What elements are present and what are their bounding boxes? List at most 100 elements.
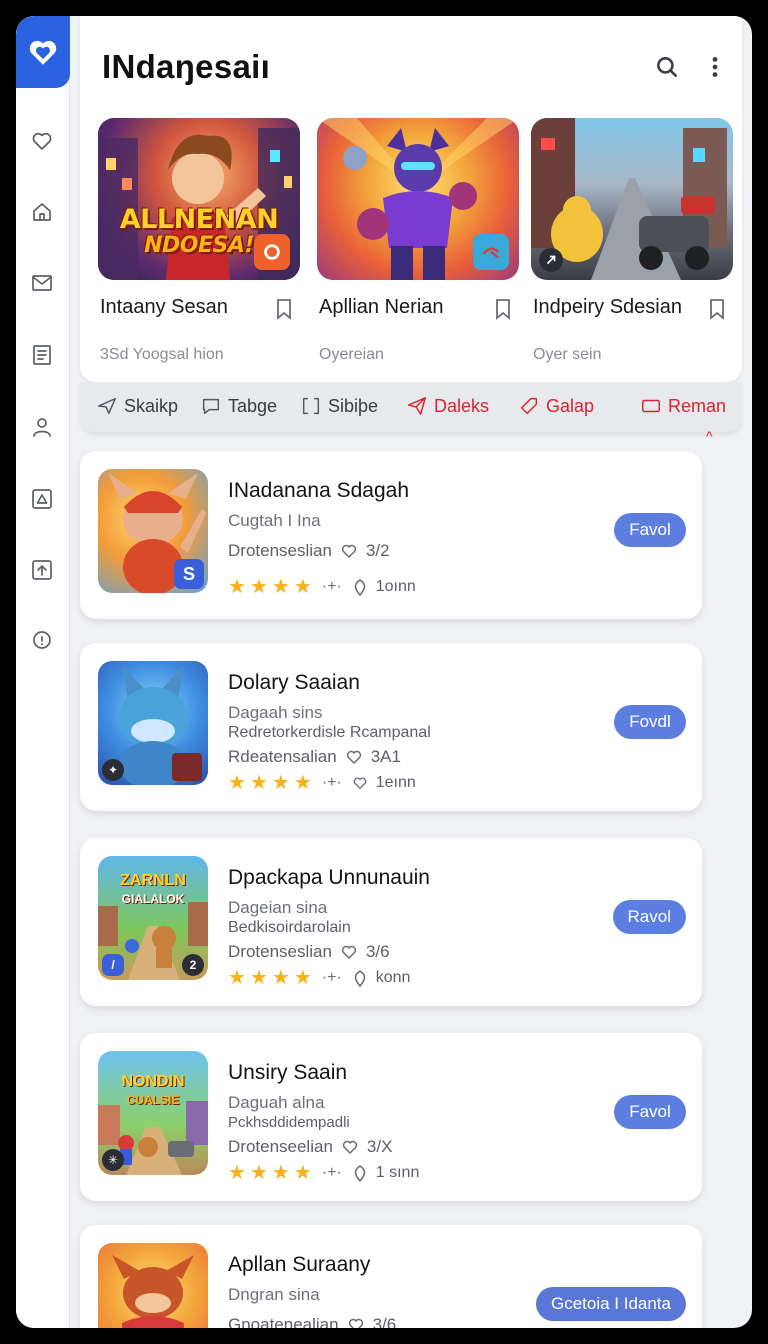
search-icon	[657, 57, 677, 77]
pin-icon	[354, 970, 366, 987]
sidebar-item-help[interactable]	[29, 628, 55, 654]
rectangle-icon	[642, 399, 660, 413]
paper-plane-icon	[408, 397, 426, 415]
store-badge-icon: S	[174, 559, 204, 589]
filter-chip-tabge[interactable]: Tabge	[200, 395, 277, 417]
featured-artwork	[531, 118, 733, 280]
filter-label: Galap	[546, 395, 595, 416]
pin-icon	[354, 1165, 366, 1182]
separator-icon: ·+·	[321, 578, 342, 595]
filter-label: Daleks	[434, 395, 490, 416]
star-icon: ★	[228, 967, 246, 989]
chat-bubble-icon	[202, 398, 220, 415]
action-button[interactable]: Fovdl	[614, 705, 686, 739]
star-icon: ★	[271, 772, 290, 794]
sidebar-item-profile[interactable]	[29, 414, 55, 440]
star-icon: ★	[228, 1162, 246, 1184]
filter-chip-reman[interactable]: Reman	[640, 395, 726, 417]
thumbnail-art-subtitle: GIALALOK	[121, 892, 185, 906]
star-icon: ★	[293, 772, 312, 794]
send-icon	[98, 397, 116, 415]
age-badge-icon: 2	[182, 954, 204, 976]
store-badge-icon	[473, 234, 509, 270]
app-downloads: konn	[375, 969, 411, 986]
app-description: Pckhsddidempadli	[228, 1114, 350, 1131]
filter-label: Tabge	[228, 395, 278, 416]
featured-card[interactable]: Indpeiry Sdesian Oyer sein	[531, 118, 733, 363]
sidebar-item-warning[interactable]	[29, 486, 55, 512]
app-meta: Drotenseslian 3/2	[228, 541, 390, 561]
action-button[interactable]: Gcetoia I Idanta	[535, 1287, 686, 1321]
user-icon	[33, 418, 51, 437]
tag-icon	[520, 397, 538, 415]
bookmark-icon[interactable]	[274, 298, 294, 320]
sidebar-item-home[interactable]	[29, 199, 55, 225]
app-logo[interactable]	[16, 16, 70, 88]
list-item[interactable]: S INadanana Sdagah Cugtah I Ina Drotense…	[80, 451, 702, 619]
filter-caret: ^	[706, 428, 713, 444]
app-description: Bedkisoirdarolain	[228, 919, 351, 936]
app-developer: Rdeatensalian	[228, 747, 337, 766]
filter-chip-galap[interactable]: Galap	[518, 395, 594, 417]
app-meta: Drotenseelian 3/X	[228, 1137, 392, 1157]
bookmark-icon[interactable]	[493, 298, 513, 320]
app-likes: 3/X	[366, 1137, 393, 1156]
heart-logo-icon	[29, 40, 57, 65]
featured-artwork: ALLNENAN NDOESA!	[98, 118, 300, 280]
list-item[interactable]: ✦ Dolary Saaian Dagaah sins Redretorkerd…	[80, 643, 702, 811]
sidebar-item-document[interactable]	[29, 342, 55, 368]
filter-label: Skaikp	[124, 395, 179, 416]
triangle-box-icon	[32, 489, 52, 509]
featured-card[interactable]: ALLNENAN NDOESA! Intaany Sesan 3Sd Yoogs…	[98, 118, 300, 363]
app-rating: ★ ★ ★ ★ ·+· 1oınn	[228, 577, 416, 597]
app-rating: ★ ★ ★ ★ ·+· 1eınn	[228, 773, 416, 793]
store-badge-icon: ✦	[102, 759, 124, 781]
filter-bar: Skaikp Tabge Sibiþe Daleks Galap Reman	[80, 382, 742, 432]
filter-chip-skaikp[interactable]: Skaikp	[96, 395, 178, 417]
thumbnail-art-title: NONDIN	[121, 1073, 185, 1090]
action-button[interactable]: Favol	[614, 513, 686, 547]
app-thumbnail: ZARNLN GIALALOK / 2	[98, 856, 208, 980]
list-item[interactable]: NONDIN CUALSIE ✳ Unsiry Saain Daguah aln…	[80, 1033, 702, 1201]
featured-subtitle: 3Sd Yoogsal hion	[100, 346, 224, 363]
featured-name: Indpeiry Sdesian	[533, 296, 682, 318]
app-thumbnail: S	[98, 469, 208, 593]
app-likes: 3/6	[365, 942, 390, 961]
heart-outline-icon	[341, 945, 357, 960]
page-title: INdaŋesaiı	[102, 48, 271, 85]
separator-icon: ·+·	[321, 969, 342, 986]
featured-subtitle: Oyereian	[319, 346, 384, 363]
app-thumbnail	[98, 1243, 208, 1328]
featured-name: Intaany Sesan	[100, 296, 228, 318]
app-downloads: 1oınn	[375, 578, 416, 595]
app-downloads: 1eınn	[375, 774, 416, 791]
list-item[interactable]: Apllan Suraany Dngran sina Gnoatenealian…	[80, 1225, 702, 1328]
more-options-button[interactable]	[700, 52, 730, 82]
app-title: Unsiry Saain	[228, 1061, 348, 1084]
app-subtitle: Daguah alna	[228, 1093, 325, 1112]
featured-artwork	[317, 118, 519, 280]
app-meta: Drotenseslian 3/6	[228, 942, 390, 962]
action-button[interactable]: Favol	[614, 1095, 686, 1129]
bookmark-icon[interactable]	[707, 298, 727, 320]
info-pin-icon	[33, 631, 51, 649]
app-likes: 3/2	[365, 541, 390, 560]
featured-card[interactable]: Apllian Nerian Oyereian	[317, 118, 519, 363]
app-meta: Rdeatensalian 3A1	[228, 747, 401, 767]
app-subtitle: Cugtah I Ina	[228, 511, 321, 530]
filter-chip-sibipe[interactable]: Sibiþe	[300, 395, 378, 417]
star-icon: ★	[271, 576, 290, 598]
store-badge-icon: /	[102, 954, 124, 976]
filter-chip-daleks[interactable]: Daleks	[406, 395, 489, 417]
list-item[interactable]: ZARNLN GIALALOK / 2 Dpackapa Unnunauin D…	[80, 838, 702, 1006]
sidebar-item-mail[interactable]	[29, 270, 55, 296]
sidebar-item-favorites[interactable]	[29, 128, 55, 154]
heart-outline-icon	[353, 777, 367, 790]
action-button[interactable]: Ravol	[612, 900, 686, 934]
sidebar-item-upload[interactable]	[29, 557, 55, 583]
app-subtitle: Dageian sina	[228, 898, 328, 917]
star-icon: ★	[249, 772, 268, 794]
more-vertical-icon	[712, 57, 718, 77]
search-button[interactable]	[652, 52, 682, 82]
heart-outline-icon	[342, 1140, 358, 1155]
